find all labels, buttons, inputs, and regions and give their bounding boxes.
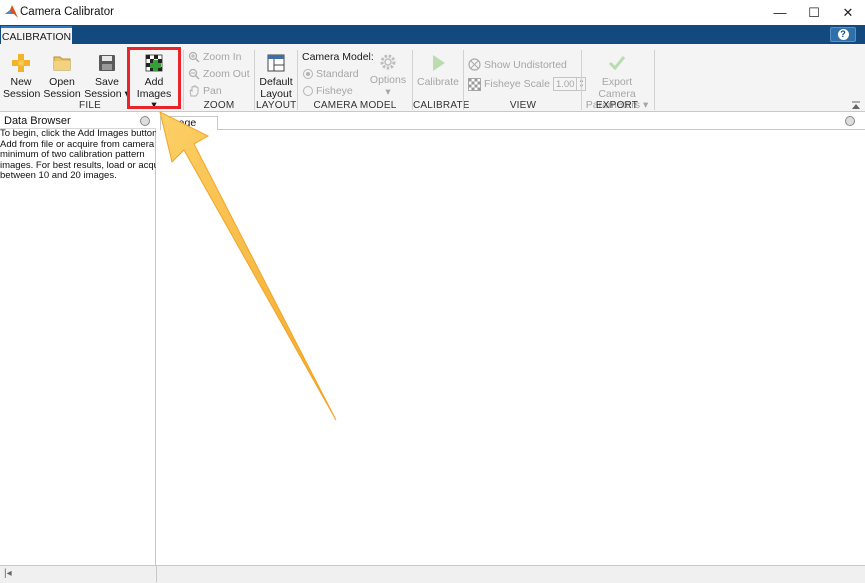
add-images-highlight-box (127, 47, 181, 109)
zoom-section-label: ZOOM (203, 100, 235, 111)
radio-selected-icon (303, 69, 313, 79)
default-layout-label-1: Default (259, 76, 293, 88)
save-session-label-2: Session ▾ (84, 87, 130, 100)
section-divider (297, 50, 298, 110)
standard-label: Standard (316, 68, 359, 80)
section-divider (654, 50, 655, 110)
section-divider (183, 50, 184, 110)
gear-icon (380, 54, 396, 70)
export-section-label: EXPORT (595, 100, 639, 111)
tab-calibration[interactable]: CALIBRATION (1, 26, 72, 45)
layout-grid-icon (267, 54, 285, 72)
panel-close-icon[interactable] (140, 116, 150, 126)
close-window-button[interactable]: ✕ (831, 0, 865, 25)
minimize-icon: — (773, 5, 787, 20)
camera-model-heading: Camera Model: (302, 51, 374, 63)
save-session-label-1: Save (95, 76, 119, 88)
panel-options-icon[interactable] (845, 116, 855, 126)
calibrate-button[interactable]: Calibrate (416, 52, 460, 89)
data-browser-title: Data Browser (4, 115, 71, 127)
minimize-button[interactable]: — (763, 0, 797, 25)
window-title: Camera Calibrator (20, 6, 114, 18)
status-bar-left-section (2, 566, 157, 582)
checkerboard-icon (468, 77, 481, 91)
data-browser-panel (0, 114, 156, 565)
play-icon (433, 55, 445, 71)
new-session-button[interactable]: New Session (3, 52, 41, 100)
help-line: images. For best results, load or acquir… (0, 160, 156, 171)
default-layout-button[interactable]: Default Layout (257, 52, 295, 100)
open-session-label-1: Open (49, 76, 75, 88)
help-line: To begin, click the Add Images button. (0, 129, 156, 139)
zoom-out-icon (188, 68, 200, 80)
new-session-label-2: Session (3, 87, 41, 100)
section-divider (254, 50, 255, 110)
options-button[interactable]: Options ▾ (368, 52, 408, 98)
layout-section-label: LAYOUT (256, 100, 297, 111)
checkmark-icon (608, 56, 626, 71)
radio-unselected-icon (303, 86, 313, 96)
fisheye-radio[interactable]: Fisheye (303, 85, 353, 97)
file-section-label: FILE (79, 100, 101, 111)
maximize-icon: ☐ (808, 4, 820, 20)
options-label: Options (369, 74, 407, 86)
undistort-icon (468, 58, 481, 71)
fisheye-scale-control: Fisheye Scale 1.00 ▲▼ (468, 77, 587, 91)
calibrate-label: Calibrate (416, 76, 460, 88)
help-line: Add from file or acquire from camera a (0, 139, 156, 150)
ribbon-tab-strip (0, 25, 865, 44)
collapse-left-icon[interactable]: |◂ (4, 568, 12, 579)
pan-label: Pan (203, 85, 222, 97)
pan-hand-icon (189, 85, 199, 97)
help-line: between 10 and 20 images. (0, 171, 117, 181)
fisheye-label: Fisheye (316, 85, 353, 97)
fisheye-scale-label: Fisheye Scale (484, 78, 550, 90)
calibrate-section-label: CALIBRATE (413, 100, 470, 111)
camera-model-section-label: CAMERA MODEL (313, 100, 397, 111)
title-bar (0, 0, 865, 25)
zoom-out-button[interactable]: Zoom Out (188, 68, 250, 80)
help-line: minimum of two calibration pattern (0, 150, 145, 160)
data-browser-help-text: To begin, click the Add Images button. A… (0, 129, 156, 182)
zoom-in-button[interactable]: Zoom In (188, 51, 242, 63)
section-divider (463, 50, 464, 110)
floppy-disk-icon (99, 55, 115, 71)
help-icon: ? (837, 29, 849, 40)
show-undistorted-button[interactable]: Show Undistorted (468, 58, 567, 71)
help-button[interactable]: ? (830, 27, 856, 42)
standard-radio[interactable]: Standard (303, 68, 359, 80)
close-icon: ✕ (842, 4, 854, 20)
zoom-out-label: Zoom Out (203, 68, 250, 80)
save-session-button[interactable]: Save Session ▾ (84, 52, 130, 100)
view-section-label: VIEW (509, 100, 537, 111)
tab-divider (218, 129, 865, 130)
matlab-logo-icon (5, 5, 18, 18)
fisheye-scale-input[interactable]: 1.00 (554, 79, 577, 90)
arrow-shape (159, 111, 337, 421)
open-session-button[interactable]: Open Session (43, 52, 81, 100)
plus-icon (12, 54, 30, 72)
pan-button[interactable]: Pan (188, 85, 222, 97)
chevron-down-icon: ▾ (385, 85, 391, 98)
open-session-label-2: Session (43, 87, 81, 100)
tab-image[interactable]: Image (160, 116, 218, 130)
maximize-button[interactable]: ☐ (797, 0, 831, 25)
zoom-in-icon (188, 51, 200, 63)
export-label-1: Export Camera (598, 76, 636, 100)
section-divider (581, 50, 582, 110)
zoom-in-label: Zoom In (203, 51, 242, 63)
new-session-label-1: New (10, 76, 32, 88)
default-layout-label-2: Layout (260, 87, 292, 100)
show-undistorted-label: Show Undistorted (484, 58, 567, 71)
folder-icon (53, 56, 71, 71)
collapse-ribbon-icon[interactable] (851, 101, 861, 110)
